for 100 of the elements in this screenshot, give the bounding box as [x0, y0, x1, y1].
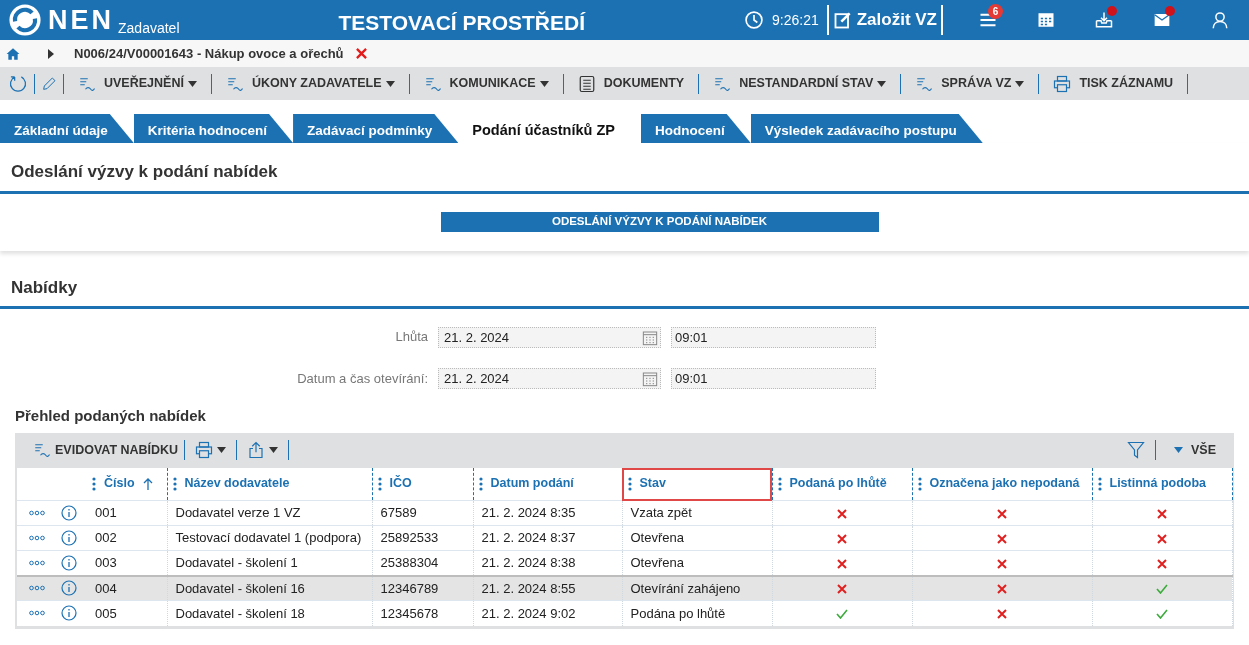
table-cell: 21. 2. 2024 8:55	[473, 575, 622, 601]
add-offer-button[interactable]: EVIDOVAT NABÍDKU	[33, 440, 179, 460]
table-row[interactable]: 005 Dodavatel - školení 18 12345678 21. 2. 2024 9:02 Podána po lhůtě	[17, 600, 1232, 626]
table-cell: 001	[87, 500, 167, 526]
time-field[interactable]: 09:01	[671, 368, 876, 389]
table-cell: 25388304	[372, 550, 473, 576]
table-cell: Otevírání zahájeno	[622, 575, 772, 601]
info-icon[interactable]	[61, 530, 77, 546]
more-icon[interactable]	[29, 610, 45, 617]
environment-title: TESTOVACÍ PROSTŘEDÍ	[337, 10, 587, 36]
tab[interactable]: Zadávací podmínky	[293, 114, 459, 143]
pencil-icon[interactable]	[41, 74, 57, 93]
column-menu-icon	[627, 476, 632, 491]
column-header[interactable]: Podaná po lhůtě	[772, 467, 912, 501]
table-cell: 12346789	[372, 575, 473, 601]
calendar-icon[interactable]	[642, 329, 658, 346]
home-icon[interactable]	[6, 46, 20, 61]
column-header[interactable]: Datum podání	[473, 467, 622, 501]
printer-icon	[1053, 74, 1072, 93]
table-cell: 005	[87, 600, 167, 626]
more-icon[interactable]	[29, 559, 45, 566]
column-menu-icon	[777, 476, 782, 491]
caret-icon	[269, 447, 279, 453]
print-button[interactable]	[195, 441, 227, 459]
table-cell: Dodavatel - školení 18	[167, 600, 372, 626]
caret-icon	[217, 447, 227, 453]
table-cell: Vzata zpět	[622, 500, 772, 526]
toolbar-button[interactable]: SPRÁVA VZ	[915, 74, 1025, 93]
section-title: Nabídky	[0, 264, 1249, 309]
section-title: Odeslání výzvy k podání nabídek	[0, 143, 1249, 194]
column-header[interactable]: Číslo	[87, 467, 167, 501]
tab[interactable]: Hodnocení	[640, 114, 751, 143]
tab[interactable]: Základní údaje	[0, 114, 134, 143]
filter-dropdown[interactable]: VŠE	[1174, 440, 1216, 460]
document-icon	[577, 74, 596, 93]
printer-icon	[195, 441, 214, 459]
toolbar-button[interactable]: ÚKONY ZADAVATELE	[225, 74, 395, 93]
close-icon[interactable]	[355, 48, 367, 59]
info-icon[interactable]	[61, 605, 77, 622]
toolbar-button[interactable]: UVEŘEJNĚNÍ	[78, 74, 197, 93]
field-label: Datum a čas otevírání:	[297, 370, 428, 386]
list-icon	[33, 441, 51, 459]
table-title: Přehled podaných nabídek	[15, 406, 207, 426]
table-row[interactable]: 001 Dodavatel verze 1 VZ 67589 21. 2. 2024 8:35 Vzata zpět	[17, 500, 1232, 526]
toolbar-button[interactable]: KOMUNIKACE	[423, 74, 549, 93]
info-icon[interactable]	[61, 554, 77, 571]
column-header[interactable]: Označena jako nepodaná	[912, 467, 1092, 501]
time-field[interactable]: 09:01	[671, 327, 876, 348]
column-menu-icon	[172, 476, 177, 491]
tab[interactable]: Výsledek zadávacího postupu	[750, 114, 983, 143]
column-menu-icon	[917, 476, 922, 491]
upload-icon	[247, 441, 266, 459]
column-header[interactable]: Listinná podoba	[1092, 467, 1232, 501]
table-cell: Podána po lhůtě	[622, 600, 772, 626]
toolbar-button[interactable]: DOKUMENTY	[577, 74, 685, 93]
table-cell: Dodavatel verze 1 VZ	[167, 500, 372, 526]
table-row[interactable]: 004 Dodavatel - školení 16 12346789 21. 2. 2024 8:55 Otevírání zahájeno	[17, 575, 1232, 601]
table-cell: 12345678	[372, 600, 473, 626]
table-cell: Dodavatel - školení 1	[167, 550, 372, 576]
table-cell: 003	[87, 550, 167, 576]
clock-time: 9:26:21	[772, 10, 819, 30]
toolbar-button[interactable]: TISK ZÁZNAMU	[1053, 74, 1174, 93]
info-icon[interactable]	[61, 580, 77, 597]
table-row[interactable]: 003 Dodavatel - školení 1 25388304 21. 2. 2024 8:38 Otevřena	[17, 550, 1232, 576]
column-header[interactable]: Název dodavatele	[167, 467, 372, 501]
refresh-icon[interactable]	[8, 73, 28, 94]
send-invitation-button[interactable]: ODESLÁNÍ VÝZVY K PODÁNÍ NABÍDEK	[440, 211, 879, 232]
table-cell: 21. 2. 2024 8:35	[473, 500, 622, 526]
field-label: Lhůta	[395, 329, 428, 344]
more-icon[interactable]	[29, 585, 45, 592]
table-cell: 25892533	[372, 525, 473, 551]
date-field[interactable]: 21. 2. 2024	[438, 327, 661, 348]
date-field[interactable]: 21. 2. 2024	[438, 368, 661, 389]
table-cell: 21. 2. 2024 8:37	[473, 525, 622, 551]
inbox-icon	[1095, 11, 1113, 29]
info-icon[interactable]	[61, 505, 77, 521]
calendar-icon[interactable]	[642, 370, 658, 387]
export-button[interactable]	[247, 441, 279, 459]
caret-icon	[1174, 447, 1183, 453]
breadcrumb-item[interactable]: N006/24/V00001643 - Nákup ovoce a ořechů	[74, 43, 344, 64]
menu-button[interactable]: 6	[959, 0, 1017, 40]
table-cell: 004	[87, 575, 167, 601]
column-header[interactable]: IČO	[372, 467, 473, 501]
table-cell: 21. 2. 2024 8:38	[473, 550, 622, 576]
more-icon[interactable]	[29, 510, 45, 516]
table-cell: 21. 2. 2024 9:02	[473, 600, 622, 626]
toolbar-button[interactable]: NESTANDARDNÍ STAV	[713, 74, 887, 93]
logo-icon	[8, 3, 42, 37]
column-header[interactable]: Stav	[622, 467, 772, 501]
filter-icon[interactable]	[1127, 441, 1145, 459]
more-icon[interactable]	[29, 535, 45, 541]
table-row[interactable]: 002 Testovací dodavatel 1 (podpora) 25892533 21. 2. 2024 8:37 Otevřena	[17, 525, 1232, 551]
column-menu-icon	[377, 476, 382, 491]
chevron-right-icon	[46, 48, 54, 59]
create-button[interactable]: Založit VZ	[832, 7, 937, 33]
table-cell: 67589	[372, 500, 473, 526]
column-menu-icon	[1097, 476, 1102, 491]
calendar-icon	[1037, 11, 1055, 29]
tab[interactable]: Kritéria hodnocení	[133, 114, 294, 143]
notification-badge: 6	[988, 4, 1003, 19]
